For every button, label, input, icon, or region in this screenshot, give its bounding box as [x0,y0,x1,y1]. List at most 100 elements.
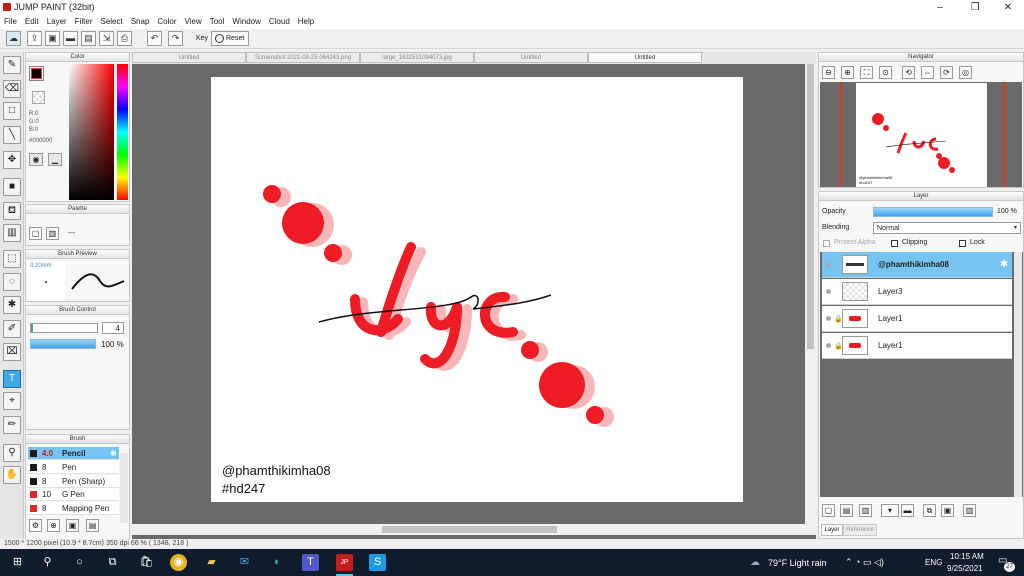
save-icon[interactable]: ▣ [45,31,60,46]
magic-wand-tool-icon[interactable]: ✱ [3,296,21,314]
menu-select[interactable]: Select [96,15,126,29]
gradient-tool-icon[interactable]: ▥ [3,224,21,242]
task-view-icon[interactable]: ⧉ [104,554,121,571]
redo-icon[interactable]: ↷ [168,31,183,46]
weather-text[interactable]: 79°F Light rain [768,558,827,568]
foreground-color[interactable] [31,68,42,79]
close-button[interactable]: ✕ [998,1,1018,14]
menu-filter[interactable]: Filter [71,15,97,29]
clipping-checkbox[interactable] [891,240,898,247]
layer-item[interactable]: 🔒 Layer1 [822,306,1012,332]
visibility-icon[interactable] [826,262,831,267]
brush-size-slider[interactable] [30,323,98,333]
hue-slider[interactable] [117,64,128,200]
layer-opacity-slider[interactable] [873,207,993,217]
eraser-tool-icon[interactable]: ⌫ [3,80,21,98]
line-tool-icon[interactable]: ╲ [3,126,21,144]
horizontal-scroll-thumb[interactable] [382,526,557,533]
delete-layer-icon[interactable]: ▥ [963,504,976,517]
menu-tool[interactable]: Tool [206,15,229,29]
clock-time[interactable]: 10:15 AM [950,552,984,561]
zoom-actual-icon[interactable]: ⊙ [879,66,892,79]
print-icon[interactable]: ⎙ [117,31,132,46]
brush-item-pencil[interactable]: 4.0 Pencil ✱ [28,447,119,460]
layer-item[interactable]: @phamthikimha08 ✱ [822,252,1012,278]
language-indicator[interactable]: ENG [925,558,942,567]
skype-icon[interactable]: S [369,554,386,571]
open-icon[interactable]: ⇪ [27,31,42,46]
tab-layer[interactable]: Layer [821,524,843,536]
jump-paint-taskbar-icon[interactable]: JP [336,554,353,571]
gear-icon[interactable]: ✱ [110,447,117,460]
duplicate-layer-icon[interactable]: ⧉ [923,504,936,517]
folder-icon[interactable]: ▬ [901,504,914,517]
fill-rect-tool-icon[interactable]: ■ [3,178,21,196]
rotate-left-icon[interactable]: ⟲ [902,66,915,79]
file-explorer-icon[interactable]: ▰ [203,554,220,571]
tab-untitled-1[interactable]: Untitled [132,52,246,63]
saturation-value-picker[interactable] [69,64,114,200]
rect-tool-icon[interactable]: □ [3,102,21,120]
drawing-canvas[interactable]: @phamthikimha08 #hd247 [211,77,743,502]
layer-item[interactable]: 🔒 Layer1 [822,333,1012,359]
brush-item-g-pen[interactable]: 10 G Pen [28,488,119,501]
delete-palette-icon[interactable]: ▥ [46,227,59,240]
bucket-tool-icon[interactable]: ⛾ [3,202,21,220]
gear-icon[interactable]: ✱ [1000,259,1008,270]
new-layer-icon[interactable]: ▢ [822,504,835,517]
menu-snap[interactable]: Snap [127,15,154,29]
undo-icon[interactable]: ↶ [147,31,162,46]
menu-color[interactable]: Color [153,15,180,29]
windows-start-icon[interactable]: ⊞ [9,554,26,571]
move-tool-icon[interactable]: ✥ [3,151,21,169]
menu-file[interactable]: File [0,15,21,29]
fit-icon[interactable]: ⛶ [860,66,873,79]
menu-help[interactable]: Help [294,15,318,29]
select-eraser-tool-icon[interactable]: ⌧ [3,343,21,361]
cloud-icon[interactable]: ☁ [6,31,21,46]
color-wheel-icon[interactable]: ◉ [29,153,43,166]
tab-reference[interactable]: Reference [843,524,877,536]
lasso-tool-icon[interactable]: ◌ [3,273,21,291]
merge-layer-icon[interactable]: ▣ [941,504,954,517]
transparent-swatch[interactable] [32,91,45,104]
protect-alpha-checkbox[interactable] [823,240,830,247]
visibility-icon[interactable] [826,343,831,348]
layer-type-dropdown[interactable]: ▾ [881,504,899,517]
minimize-button[interactable]: – [930,1,950,14]
hand-tool-icon[interactable]: ✋ [3,466,21,484]
brush-list-scrollbar[interactable] [120,453,128,523]
flip-icon[interactable]: ⇔ [921,66,934,79]
menu-view[interactable]: View [181,15,206,29]
eyedropper-tool-icon[interactable]: ⚲ [3,444,21,462]
menu-window[interactable]: Window [228,15,264,29]
canvas-vertical-scrollbar[interactable] [805,64,816,524]
page-icon[interactable]: ▤ [81,31,96,46]
maximize-button[interactable]: ❐ [965,1,985,14]
tab-screenshot[interactable]: Screenshot 2021-09-25 064243.png [246,52,360,63]
layer-item[interactable]: Layer3 [822,279,1012,305]
brush-copy-icon[interactable]: ▣ [66,519,79,532]
navigator-preview-area[interactable]: @phamthikimha08 #hd247 [820,82,1022,187]
brush-opacity-slider[interactable] [30,339,96,349]
select-rect-tool-icon[interactable]: ⬚ [3,250,21,268]
new-layer-page-icon[interactable]: ▥ [859,504,872,517]
brush-settings-icon[interactable]: ⚙ [29,519,42,532]
add-brush-icon[interactable]: ⊕ [47,519,60,532]
tab-untitled-active[interactable]: Untitled [588,52,702,63]
search-icon[interactable]: ⚲ [39,554,56,571]
brush-item-mapping-pen[interactable]: 8 Mapping Pen [28,502,119,515]
reset-view-icon[interactable]: ◎ [959,66,972,79]
visibility-icon[interactable] [826,289,831,294]
mail-icon[interactable]: ✉ [236,554,253,571]
operation-tool-icon[interactable]: ⌖ [3,392,21,410]
export-icon[interactable]: ⇲ [99,31,114,46]
tab-untitled-2[interactable]: Untitled [474,52,588,63]
clock-date[interactable]: 9/25/2021 [947,564,983,573]
canvas-horizontal-scrollbar[interactable] [132,524,816,535]
current-color-swatch[interactable] [29,66,44,81]
blending-select[interactable]: Normal ▾ [873,222,1021,234]
teams-icon[interactable]: T [302,554,319,571]
brush-item-pen[interactable]: 8 Pen [28,461,119,474]
store-icon[interactable]: 🛍 [138,554,155,571]
